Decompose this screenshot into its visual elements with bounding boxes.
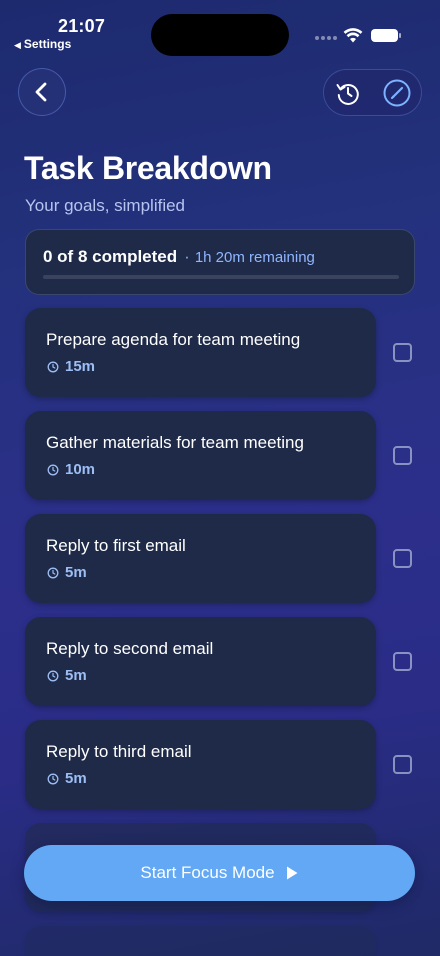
progress-bar xyxy=(43,275,399,279)
header-actions xyxy=(323,69,422,116)
page-subtitle: Your goals, simplified xyxy=(25,196,186,215)
task-checkbox[interactable] xyxy=(393,755,412,774)
edit-button[interactable] xyxy=(380,76,414,110)
signal-icon xyxy=(315,36,337,40)
clock-icon xyxy=(47,773,59,784)
task-duration: 5m xyxy=(65,770,87,787)
progress-separator: · xyxy=(184,247,190,266)
clock-icon xyxy=(47,567,59,578)
task-duration: 5m xyxy=(65,564,87,581)
task-title: Gather materials for team meeting xyxy=(46,433,304,452)
clock-icon xyxy=(47,464,59,475)
page-title: Task Breakdown xyxy=(24,150,272,186)
pencil-icon xyxy=(383,79,411,107)
task-card[interactable]: Reply to third email 5m xyxy=(25,720,376,809)
reset-icon xyxy=(336,84,359,105)
back-button[interactable] xyxy=(18,68,66,116)
task-meta: 15m xyxy=(47,358,95,375)
wifi-icon xyxy=(343,28,363,43)
back-to-app-link[interactable]: ◀ Settings xyxy=(14,37,71,51)
back-triangle-icon: ◀ xyxy=(14,40,21,50)
back-app-label: Settings xyxy=(23,37,72,51)
task-meta: 5m xyxy=(47,564,87,581)
battery-icon xyxy=(371,29,401,42)
task-duration: 5m xyxy=(65,667,87,684)
task-checkbox[interactable] xyxy=(393,652,412,671)
task-card[interactable]: Prepare agenda for team meeting 15m xyxy=(25,308,376,397)
status-bar: 21:07 ◀ Settings xyxy=(0,0,440,56)
chevron-left-icon xyxy=(35,82,47,102)
completed-count: 0 of 8 completed xyxy=(43,247,178,266)
task-title: Reply to second email xyxy=(46,639,214,658)
start-focus-mode-label: Start Focus Mode xyxy=(140,863,275,882)
time-remaining: 1h 20m remaining xyxy=(194,249,315,266)
status-time: 21:07 xyxy=(58,16,106,36)
task-checkbox[interactable] xyxy=(393,549,412,568)
dynamic-island xyxy=(151,14,289,56)
task-meta: 10m xyxy=(47,461,95,478)
task-title: Reply to third email xyxy=(46,742,192,761)
task-duration: 15m xyxy=(65,358,96,375)
progress-card: 0 of 8 completed · 1h 20m remaining xyxy=(25,229,415,295)
task-checkbox[interactable] xyxy=(393,446,412,465)
progress-summary: 0 of 8 completed · 1h 20m remaining xyxy=(43,247,315,267)
start-focus-mode-button[interactable]: Start Focus Mode xyxy=(24,845,415,901)
clock-icon xyxy=(47,670,59,681)
task-duration: 10m xyxy=(65,461,96,478)
task-meta: 5m xyxy=(47,667,87,684)
play-icon xyxy=(286,866,298,880)
task-card-partial[interactable] xyxy=(25,926,376,956)
task-checkbox[interactable] xyxy=(393,343,412,362)
task-title: Prepare agenda for team meeting xyxy=(46,330,301,349)
task-card[interactable]: Reply to first email 5m xyxy=(25,514,376,603)
task-title: Reply to first email xyxy=(46,536,186,555)
task-card[interactable]: Reply to second email 5m xyxy=(25,617,376,706)
task-meta: 5m xyxy=(47,770,87,787)
task-card[interactable]: Gather materials for team meeting 10m xyxy=(25,411,376,500)
clock-icon xyxy=(47,361,59,372)
reset-button[interactable] xyxy=(331,76,365,110)
